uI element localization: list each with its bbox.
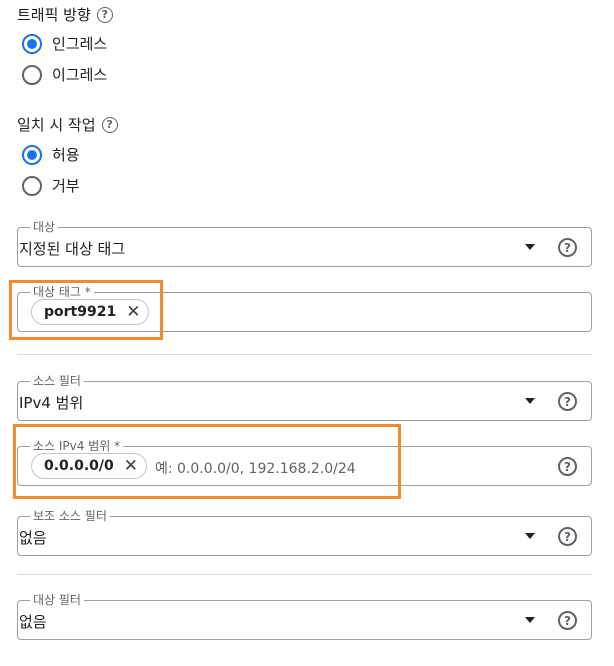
- help-icon[interactable]: ?: [558, 457, 577, 476]
- radio-label-deny: 거부: [52, 177, 80, 195]
- destination-filter-value: 없음: [19, 613, 47, 631]
- dropdown-arrow-icon[interactable]: [525, 617, 535, 623]
- destination-filter-select[interactable]: 대상 필터 없음 ?: [17, 591, 592, 640]
- dropdown-arrow-icon[interactable]: [525, 398, 535, 404]
- radio-button[interactable]: [22, 175, 42, 196]
- target-value: 지정된 대상 태그: [19, 240, 126, 258]
- help-icon[interactable]: ?: [101, 116, 118, 133]
- source-filter-select[interactable]: 소스 필터 IPv4 범위 ?: [17, 372, 592, 421]
- match-action-title-text: 일치 시 작업: [17, 116, 96, 134]
- source-filter-value: IPv4 범위: [19, 394, 84, 412]
- secondary-source-filter-select[interactable]: 보조 소스 필터 없음 ?: [17, 507, 592, 556]
- radio-button[interactable]: [22, 64, 42, 85]
- target-select[interactable]: 대상 지정된 대상 태그 ?: [17, 218, 592, 267]
- traffic-direction-title: 트래픽 방향 ?: [17, 4, 113, 25]
- radio-label-allow: 허용: [52, 146, 80, 164]
- radio-ingress[interactable]: 인그레스: [22, 33, 107, 54]
- radio-label-ingress: 인그레스: [52, 35, 108, 53]
- help-icon[interactable]: ?: [558, 611, 577, 630]
- radio-egress[interactable]: 이그레스: [22, 64, 107, 85]
- traffic-direction-title-text: 트래픽 방향: [17, 6, 91, 24]
- dropdown-arrow-icon[interactable]: [525, 533, 535, 539]
- help-icon[interactable]: ?: [558, 238, 577, 257]
- highlight-box-target-tags: [9, 280, 163, 340]
- radio-deny[interactable]: 거부: [22, 175, 80, 196]
- radio-label-egress: 이그레스: [52, 66, 108, 84]
- radio-allow[interactable]: 허용: [22, 144, 80, 165]
- target-label: 대상: [30, 218, 59, 235]
- help-icon[interactable]: ?: [558, 392, 577, 411]
- secondary-source-filter-label: 보조 소스 필터: [30, 507, 110, 524]
- help-icon[interactable]: ?: [558, 527, 577, 546]
- highlight-box-source-ipv4: [13, 424, 401, 499]
- divider: [17, 574, 592, 575]
- help-icon[interactable]: ?: [96, 6, 113, 23]
- radio-button-checked[interactable]: [22, 33, 42, 54]
- radio-button-checked[interactable]: [22, 144, 42, 165]
- dropdown-arrow-icon[interactable]: [525, 244, 535, 250]
- divider: [17, 354, 592, 355]
- secondary-source-filter-value: 없음: [19, 529, 47, 547]
- match-action-title: 일치 시 작업 ?: [17, 114, 118, 135]
- destination-filter-label: 대상 필터: [30, 591, 84, 608]
- source-filter-label: 소스 필터: [30, 372, 84, 389]
